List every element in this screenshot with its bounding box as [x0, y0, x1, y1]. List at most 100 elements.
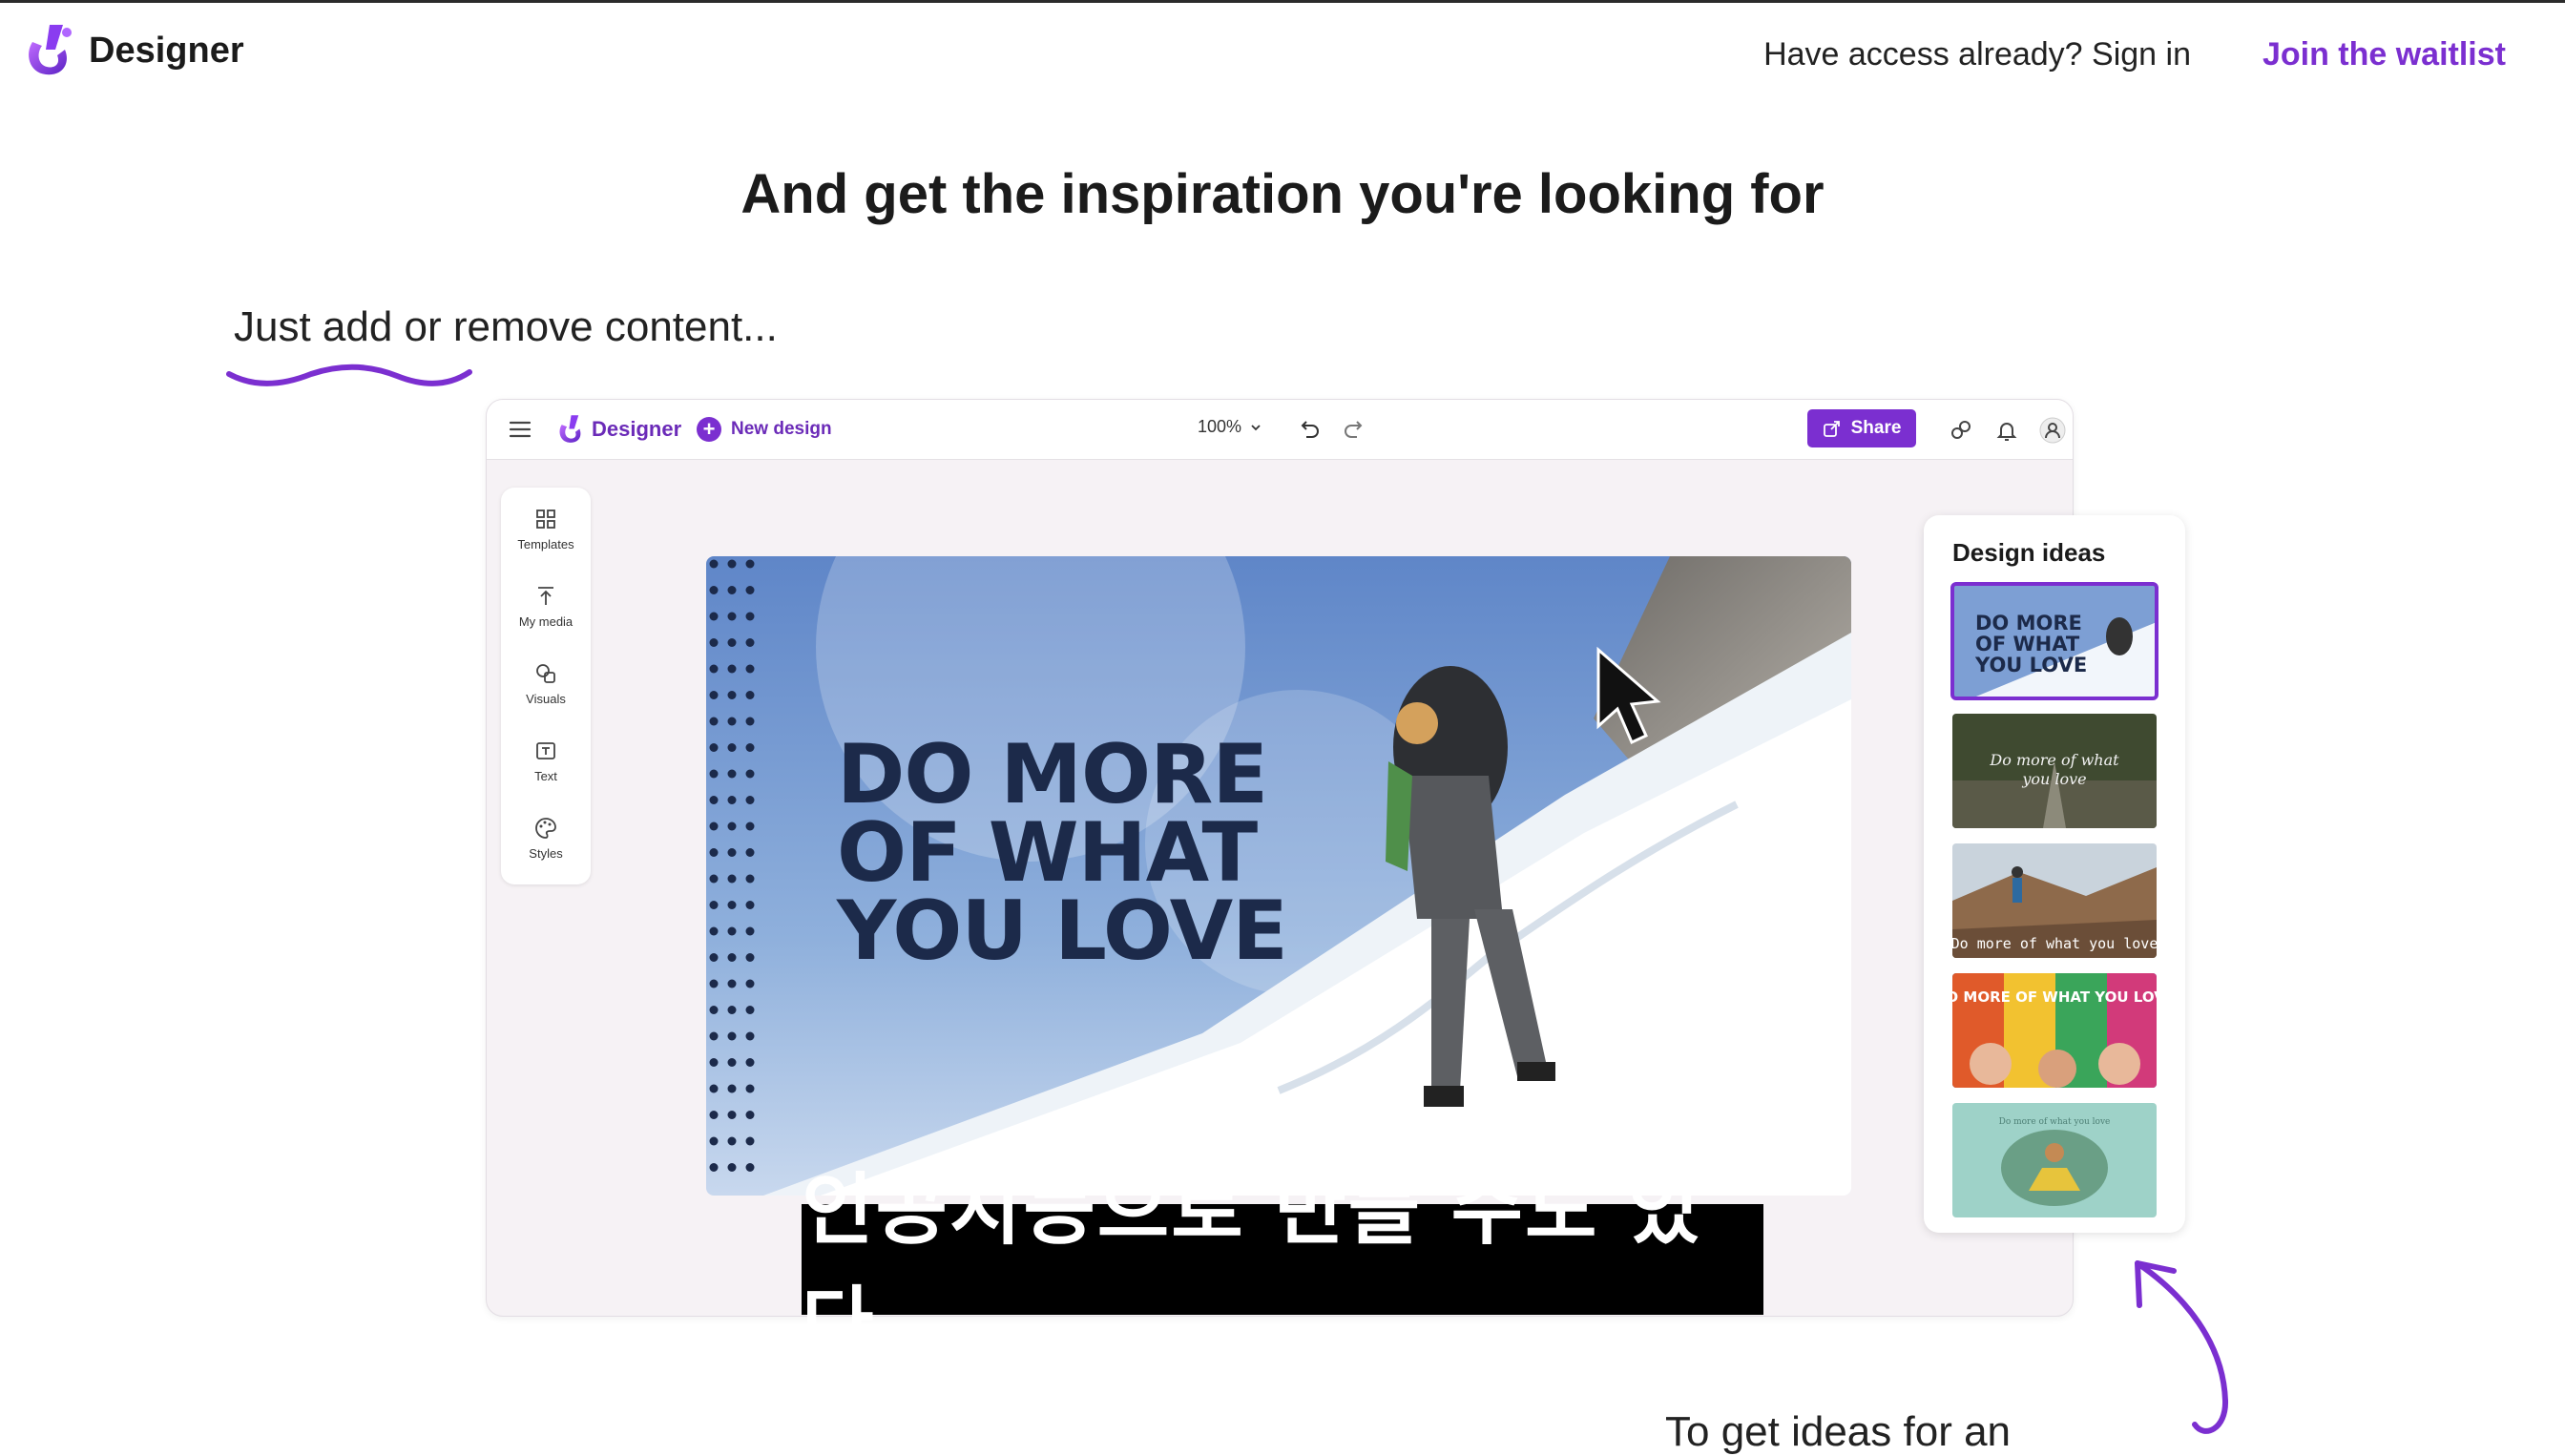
- pattern-dot: [745, 1163, 755, 1172]
- pattern-dot: [727, 769, 737, 779]
- app-logo-icon[interactable]: [555, 413, 586, 446]
- left-tool-rail: Templates My media Visuals Text Styles: [501, 488, 591, 884]
- rail-label: Templates: [517, 537, 574, 551]
- pattern-dot: [745, 1031, 755, 1041]
- callout-text: Just add or remove content...: [234, 303, 778, 350]
- palette-icon: [535, 818, 556, 839]
- pattern-dot: [709, 691, 719, 699]
- pattern-dot: [727, 638, 737, 647]
- pattern-dot: [727, 1006, 737, 1014]
- text-icon: [536, 742, 555, 759]
- pattern-dot: [727, 874, 737, 884]
- pattern-dot: [727, 926, 737, 936]
- pattern-dot: [709, 612, 719, 621]
- idea-thumb-text: you love: [2021, 770, 2086, 788]
- pattern-dot: [709, 1084, 719, 1093]
- pattern-dot: [709, 1163, 719, 1172]
- section-intro-text: To get ideas for an: [1665, 1408, 2012, 1455]
- pattern-dot: [745, 664, 755, 674]
- pattern-dot: [709, 926, 719, 936]
- pattern-dot: [727, 1136, 737, 1146]
- new-design-label: New design: [731, 419, 832, 439]
- link-icon[interactable]: [1947, 416, 1975, 445]
- idea-thumb-image: Do more of what you love: [1952, 1103, 2157, 1217]
- pattern-dot: [709, 953, 719, 962]
- idea-thumb-image: DO MORE OF WHAT YOU LOVE: [1952, 973, 2157, 1088]
- pattern-dot: [745, 1136, 755, 1146]
- rail-label: Text: [534, 769, 557, 783]
- pattern-dot: [745, 848, 755, 857]
- rail-item-styles[interactable]: Styles: [501, 816, 591, 883]
- curved-arrow-icon: [2135, 1260, 2229, 1434]
- app-brand[interactable]: Designer: [592, 417, 681, 442]
- notification-bell-icon[interactable]: [1992, 416, 2021, 445]
- rail-item-text[interactable]: Text: [501, 738, 591, 805]
- video-subtitle-caption: 인공지능으로 만들 수도 있다: [802, 1165, 1763, 1369]
- canvas-headline-line: OF WHAT: [837, 805, 1258, 901]
- design-idea-thumb[interactable]: DO MORE OF WHAT YOU LOVE: [1950, 582, 2158, 700]
- pattern-dot: [727, 664, 737, 674]
- join-waitlist-link[interactable]: Join the waitlist: [2263, 36, 2506, 73]
- pattern-dot: [745, 1058, 755, 1067]
- canvas-headline-line: YOU LOVE: [837, 884, 1288, 979]
- pattern-dot: [709, 1058, 719, 1067]
- pattern-dot: [709, 1111, 719, 1119]
- pattern-dot: [727, 848, 737, 857]
- pattern-dot: [727, 1058, 737, 1067]
- rail-item-my-media[interactable]: My media: [501, 584, 591, 651]
- pattern-dot: [727, 979, 737, 988]
- pattern-dot: [745, 586, 755, 594]
- pattern-dot: [727, 901, 737, 909]
- design-idea-thumb[interactable]: Do more of what you love: [1952, 843, 2157, 958]
- hamburger-menu-icon[interactable]: [506, 415, 534, 444]
- canvas-headline[interactable]: DO MORE OF WHAT YOU LOVE: [837, 727, 1288, 979]
- chevron-down-icon: [1251, 424, 1261, 430]
- pattern-dot: [709, 1136, 719, 1146]
- sign-in-link[interactable]: Have access already? Sign in: [1763, 36, 2191, 73]
- canvas-headline-line: DO MORE: [837, 727, 1268, 822]
- share-button[interactable]: Share: [1807, 409, 1916, 447]
- templates-icon: [536, 510, 555, 529]
- pattern-dot: [709, 822, 719, 831]
- rail-item-templates[interactable]: Templates: [501, 507, 591, 573]
- pattern-dot: [745, 638, 755, 647]
- pattern-dot: [745, 796, 755, 804]
- upload-icon: [538, 587, 553, 605]
- rail-item-visuals[interactable]: Visuals: [501, 661, 591, 728]
- pattern-dot: [709, 1006, 719, 1014]
- site-brand[interactable]: Designer: [89, 31, 244, 72]
- design-idea-thumb[interactable]: DO MORE OF WHAT YOU LOVE: [1952, 973, 2157, 1088]
- new-design-button[interactable]: + New design: [697, 414, 832, 445]
- pattern-dot: [727, 822, 737, 831]
- idea-thumb-image: Do more of what you love: [1952, 843, 2157, 958]
- idea-thumb-image: DO MORE OF WHAT YOU LOVE: [1952, 584, 2157, 698]
- design-idea-thumb[interactable]: Do more of what you love: [1952, 714, 2157, 828]
- pattern-dot: [709, 638, 719, 647]
- pattern-dot: [709, 717, 719, 726]
- pattern-dot: [727, 796, 737, 804]
- pattern-dot: [709, 559, 719, 569]
- pattern-dot: [727, 612, 737, 621]
- pattern-dot: [745, 901, 755, 909]
- share-icon: [1823, 421, 1840, 437]
- rail-label: My media: [518, 614, 573, 629]
- design-idea-thumb[interactable]: Do more of what you love: [1952, 1103, 2157, 1217]
- share-label: Share: [1850, 418, 1902, 438]
- pattern-dot: [727, 953, 737, 962]
- pattern-dot: [727, 1084, 737, 1093]
- pattern-dot: [745, 743, 755, 752]
- pattern-dot: [727, 559, 737, 569]
- pattern-dot: [709, 979, 719, 988]
- rail-label: Styles: [529, 846, 563, 861]
- design-canvas[interactable]: DO MORE OF WHAT YOU LOVE: [706, 556, 1851, 1196]
- account-avatar-icon[interactable]: [2038, 416, 2067, 445]
- redo-icon[interactable]: [1341, 416, 1367, 443]
- designer-logo-icon[interactable]: [21, 21, 76, 80]
- idea-thumb-text: Do more of what you love: [1952, 935, 2157, 952]
- undo-icon[interactable]: [1296, 416, 1323, 443]
- pattern-dot: [745, 979, 755, 988]
- pattern-dot: [709, 874, 719, 884]
- zoom-select[interactable]: 100%: [1198, 417, 1262, 437]
- pattern-dot: [745, 926, 755, 936]
- pattern-dot: [727, 1163, 737, 1172]
